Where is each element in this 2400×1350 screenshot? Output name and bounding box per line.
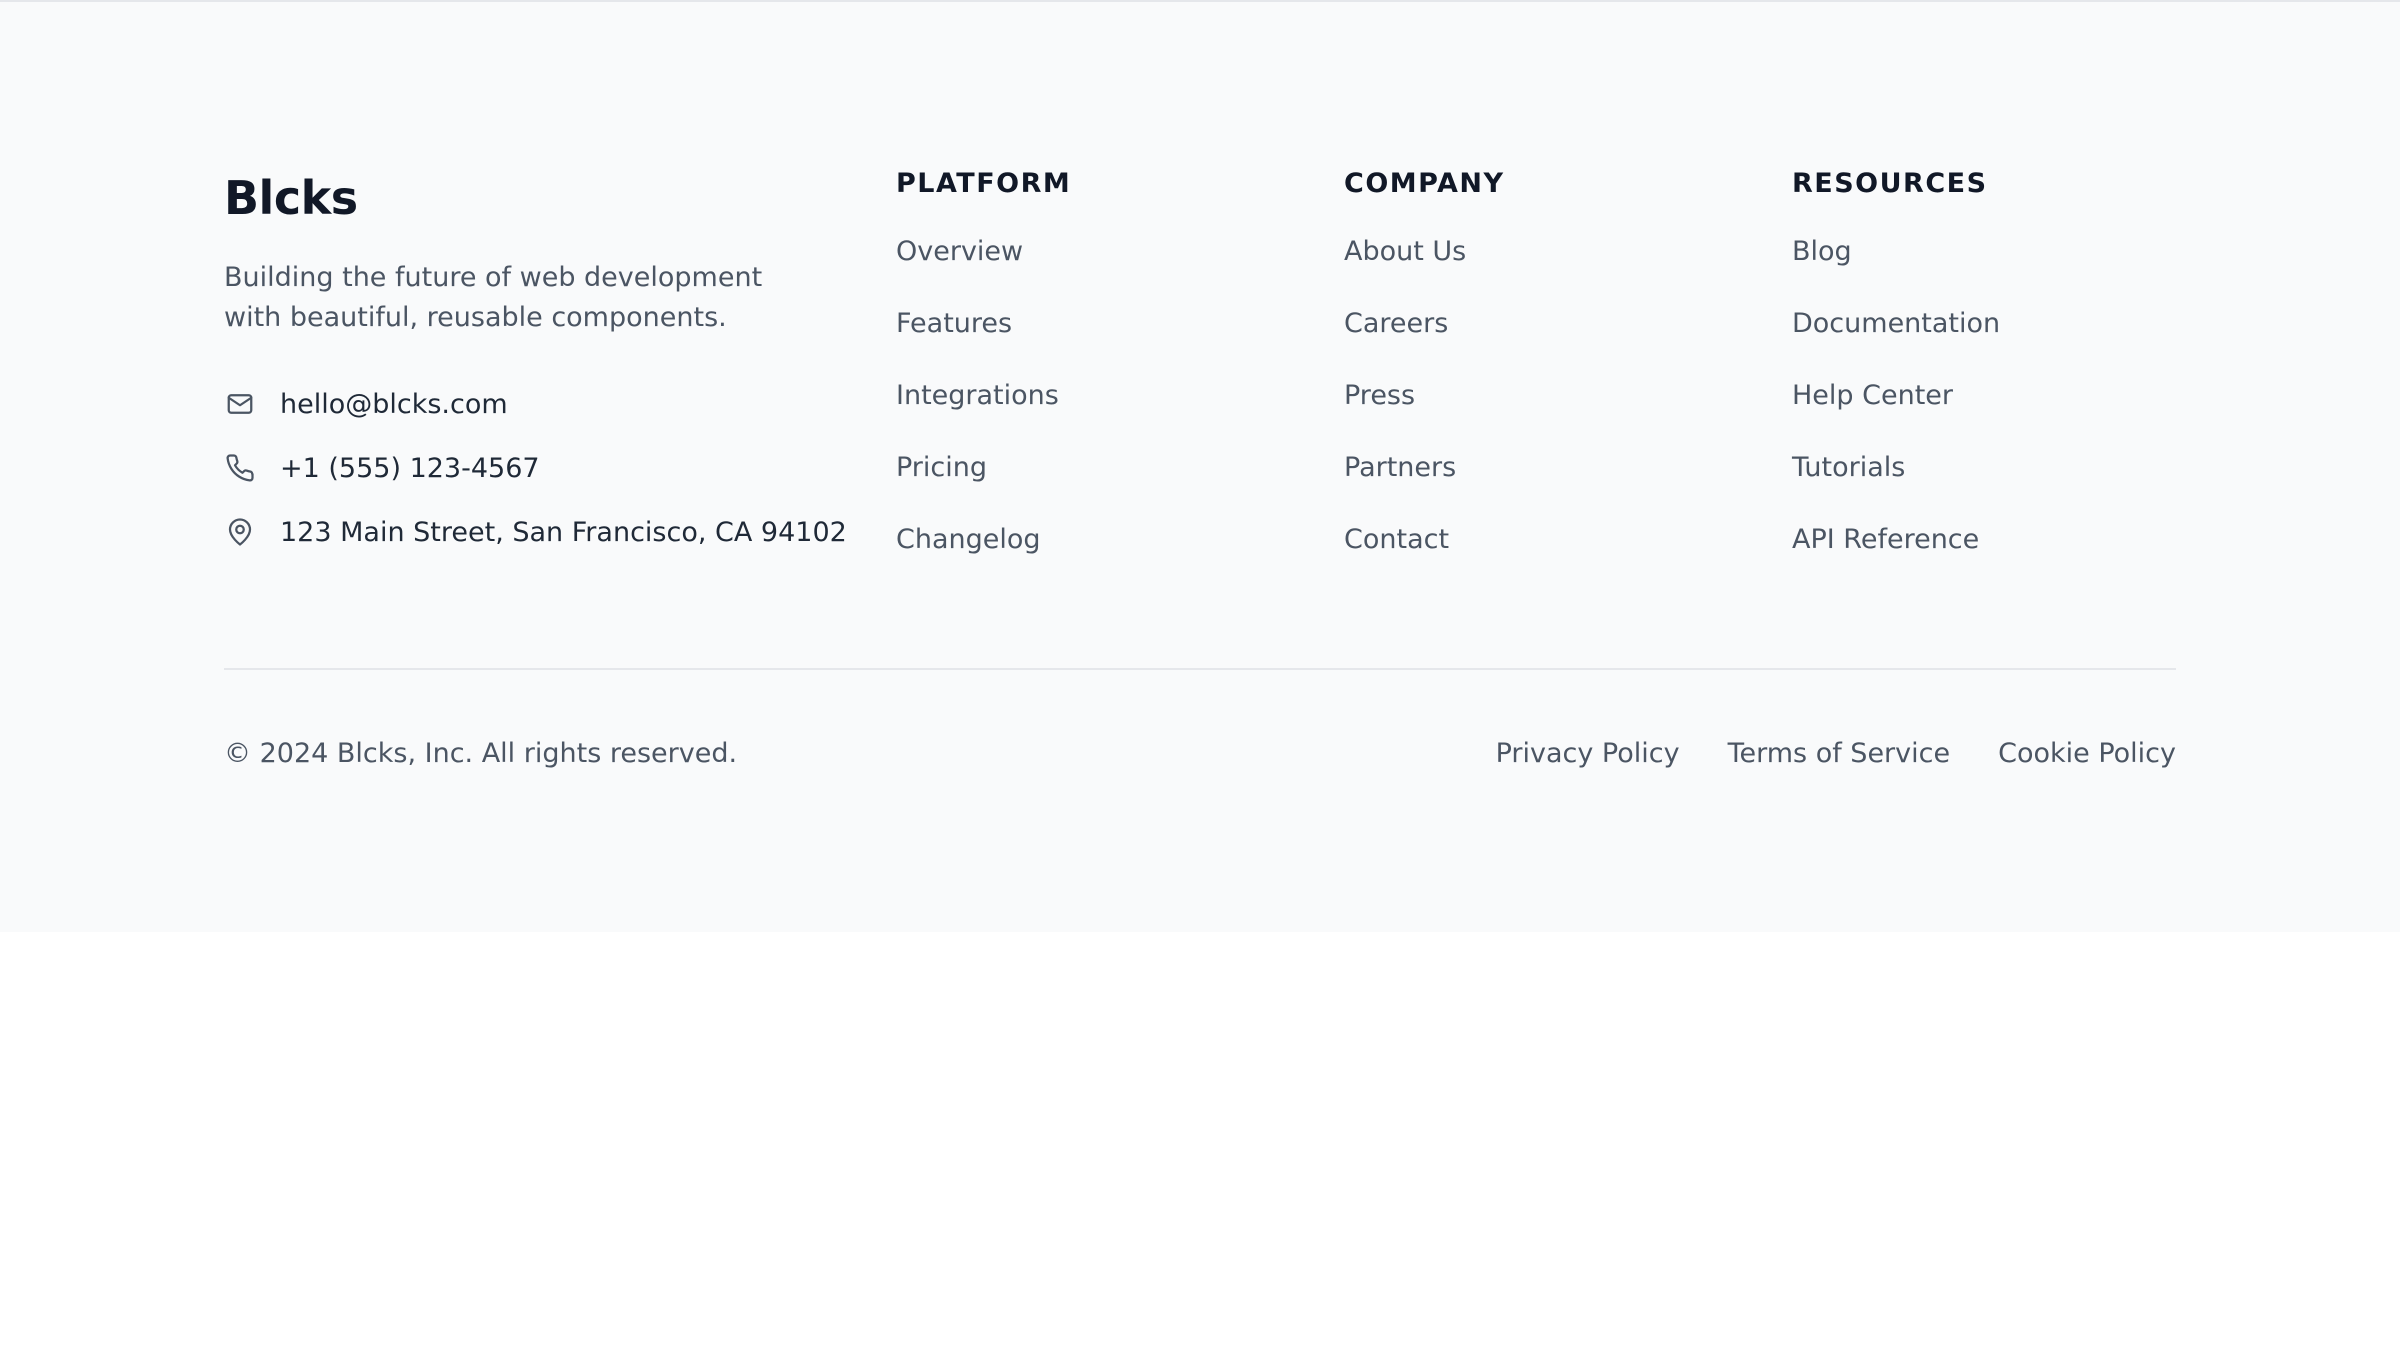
column-heading: PLATFORM [896,168,1072,199]
contact-address-text: 123 Main Street, San Francisco, CA 94102 [280,516,847,548]
privacy-policy-link[interactable]: Privacy Policy [1496,734,1680,774]
footer-link-pricing[interactable]: Pricing [896,444,1296,516]
contact-list: hello@blcks.com +1 (555) 123-4567 123 Ma… [224,372,847,564]
footer-link-integrations[interactable]: Integrations [896,372,1296,444]
terms-of-service-link[interactable]: Terms of Service [1728,734,1951,774]
footer-column-company: COMPANY About Us Careers Press Partners … [1344,168,1744,588]
footer-link-press[interactable]: Press [1344,372,1744,444]
brand-logo[interactable]: Blcks [224,168,824,228]
brand-description: Building the future of web development w… [224,262,763,333]
mail-icon [224,388,256,420]
site-footer: Blcks Building the future of web develop… [0,0,2400,932]
cookie-policy-link[interactable]: Cookie Policy [1998,734,2176,774]
phone-icon [224,452,256,484]
footer-link-contact[interactable]: Contact [1344,516,1744,588]
footer-link-tutorials[interactable]: Tutorials [1792,444,2192,516]
footer-divider [224,668,2176,670]
link-list: About Us Careers Press Partners Contact [1344,228,1744,588]
contact-phone-text: +1 (555) 123-4567 [280,452,540,484]
contact-email-text: hello@blcks.com [280,388,508,420]
footer-link-careers[interactable]: Careers [1344,300,1744,372]
footer-link-api-reference[interactable]: API Reference [1792,516,2192,588]
link-list: Overview Features Integrations Pricing C… [896,228,1296,588]
contact-address: 123 Main Street, San Francisco, CA 94102 [224,500,847,564]
brand-column: Blcks Building the future of web develop… [224,168,847,564]
footer-link-changelog[interactable]: Changelog [896,516,1296,588]
footer-link-features[interactable]: Features [896,300,1296,372]
footer-link-blog[interactable]: Blog [1792,228,2192,300]
column-heading: COMPANY [1344,168,1505,199]
footer-column-resources: RESOURCES Blog Documentation Help Center… [1792,168,2192,588]
link-list: Blog Documentation Help Center Tutorials… [1792,228,2192,588]
footer-link-documentation[interactable]: Documentation [1792,300,2192,372]
contact-phone[interactable]: +1 (555) 123-4567 [224,436,824,500]
contact-email[interactable]: hello@blcks.com [224,372,824,436]
footer-link-partners[interactable]: Partners [1344,444,1744,516]
column-heading: RESOURCES [1792,168,1988,199]
footer-link-help-center[interactable]: Help Center [1792,372,2192,444]
footer-column-platform: PLATFORM Overview Features Integrations … [896,168,1296,588]
legal-links: Privacy Policy Terms of Service Cookie P… [1496,734,2176,774]
footer-link-about-us[interactable]: About Us [1344,228,1744,300]
map-pin-icon [224,516,256,548]
copyright-text: © 2024 Blcks, Inc. All rights reserved. [224,738,738,769]
footer-link-overview[interactable]: Overview [896,228,1296,300]
